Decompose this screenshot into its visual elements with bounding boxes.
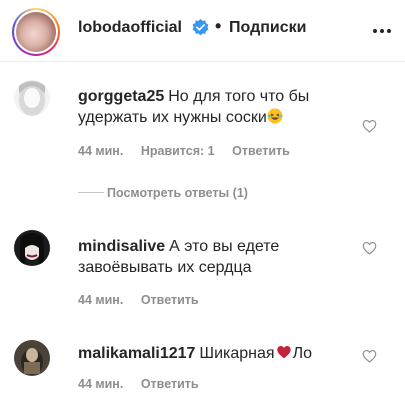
commenter-avatar[interactable] bbox=[14, 80, 50, 116]
reply-button[interactable]: Ответить bbox=[232, 144, 290, 158]
comment-meta: 44 мин. Ответить bbox=[78, 377, 213, 391]
post-header: lobodaofficial • Подписки bbox=[0, 0, 405, 62]
profile-avatar[interactable] bbox=[12, 8, 60, 56]
comment-time: 44 мин. bbox=[78, 293, 124, 307]
comment-body-end: Ло bbox=[292, 345, 312, 362]
following-button[interactable]: Подписки bbox=[229, 19, 306, 37]
header-separator: • bbox=[215, 16, 222, 36]
reply-button[interactable]: Ответить bbox=[141, 293, 199, 307]
laughing-face-icon bbox=[267, 108, 283, 124]
replies-divider bbox=[78, 192, 104, 193]
commenter-avatar[interactable] bbox=[14, 340, 50, 376]
like-heart-icon[interactable] bbox=[362, 241, 377, 255]
view-replies-button[interactable]: Посмотреть ответы (1) bbox=[107, 186, 248, 200]
comment-username[interactable]: malikamali1217 bbox=[78, 345, 195, 362]
reply-button[interactable]: Ответить bbox=[141, 377, 199, 391]
red-heart-icon bbox=[276, 345, 291, 359]
commenter-avatar[interactable] bbox=[14, 230, 50, 266]
header-username[interactable]: lobodaofficial bbox=[78, 19, 182, 37]
comment-time: 44 мин. bbox=[78, 144, 124, 158]
comment-username[interactable]: mindisalive bbox=[78, 238, 165, 255]
comment-likes[interactable]: Нравится: 1 bbox=[141, 144, 215, 158]
comment-username[interactable]: gorggeta25 bbox=[78, 88, 164, 105]
more-options-icon[interactable] bbox=[372, 28, 392, 34]
comments-panel: lobodaofficial • Подписки gorggeta25 Но д… bbox=[0, 0, 405, 408]
like-heart-icon[interactable] bbox=[362, 119, 377, 133]
comment-meta: 44 мин. Ответить bbox=[78, 293, 213, 307]
comment-text: mindisalive А это вы едете завоёвывать их… bbox=[78, 236, 353, 278]
comment-text: malikamali1217 Шикарная Ло bbox=[78, 343, 353, 364]
verified-badge-icon bbox=[192, 19, 209, 36]
comment-text: gorggeta25 Но для того что бы удержать их… bbox=[78, 86, 353, 128]
comment-meta: 44 мин. Нравится: 1 Ответить bbox=[78, 144, 304, 158]
comment-time: 44 мин. bbox=[78, 377, 124, 391]
like-heart-icon[interactable] bbox=[362, 349, 377, 363]
comment-body-start: Шикарная bbox=[199, 345, 275, 362]
